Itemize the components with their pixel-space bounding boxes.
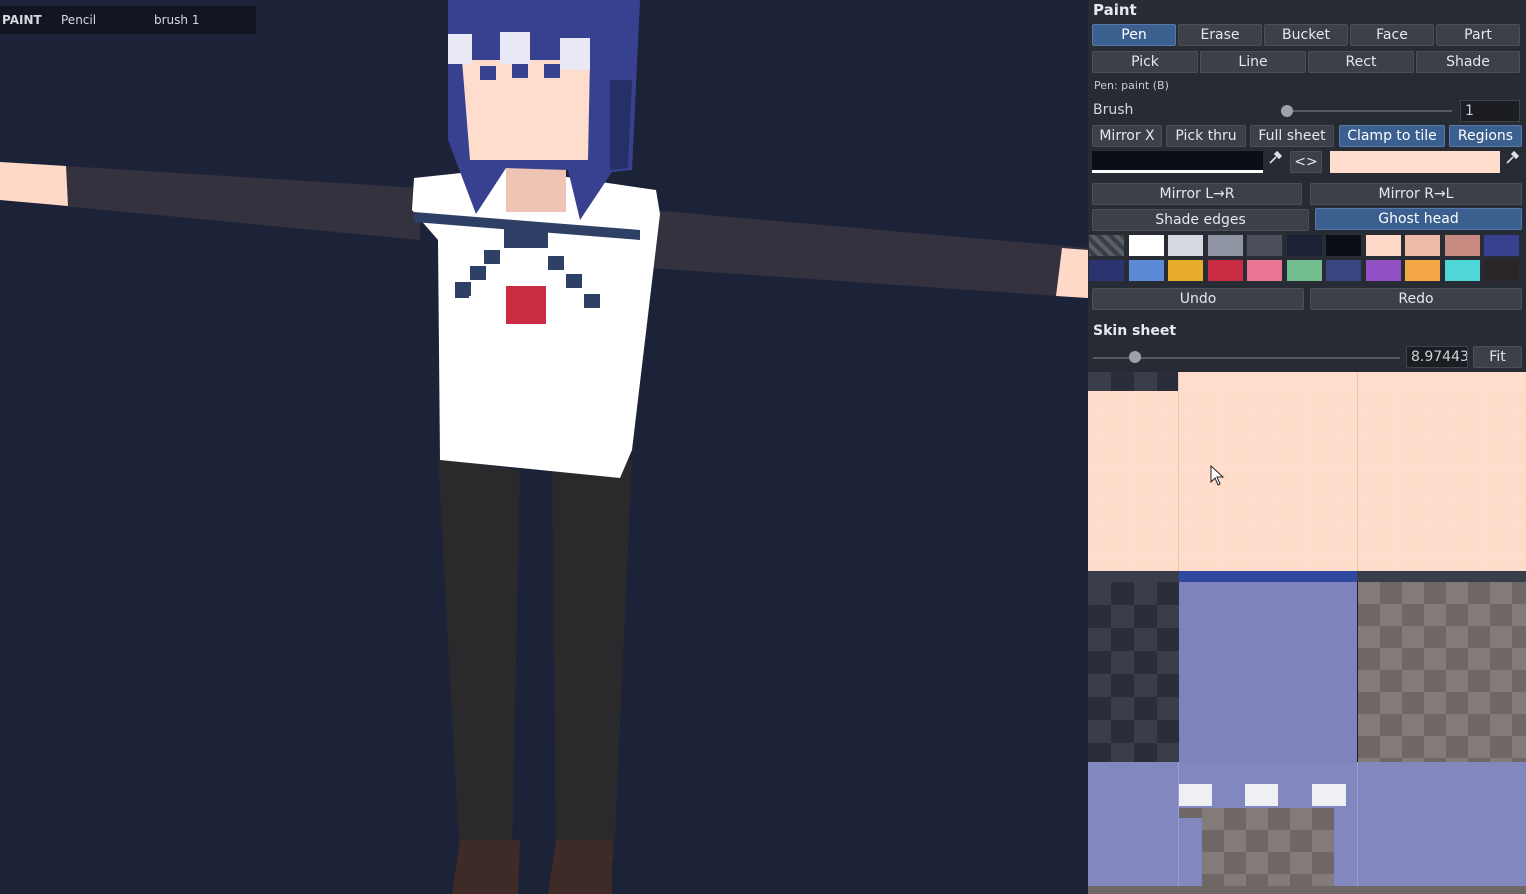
brush-size-slider-knob[interactable] <box>1281 105 1293 117</box>
tool-face-button[interactable]: Face <box>1350 24 1434 46</box>
tool-bucket-button[interactable]: Bucket <box>1264 24 1348 46</box>
skin-sheet-title: Skin sheet <box>1093 323 1177 339</box>
zoom-input[interactable]: 8.97443 <box>1406 346 1468 368</box>
brush-size-slider[interactable] <box>1286 110 1452 112</box>
palette-swatch[interactable] <box>1325 234 1362 257</box>
brush-label: brush 1 <box>154 13 200 27</box>
undo-button[interactable]: Undo <box>1092 288 1304 310</box>
zoom-slider-knob[interactable] <box>1129 351 1141 363</box>
primary-eyedropper-icon[interactable] <box>1264 150 1286 173</box>
right-arm <box>650 210 1088 298</box>
tool-shade-button[interactable]: Shade <box>1416 51 1520 73</box>
palette-swatch[interactable] <box>1364 259 1402 282</box>
chest-emblem <box>506 286 546 324</box>
mouse-cursor-icon <box>1210 465 1225 486</box>
primary-color-swatch[interactable] <box>1092 151 1263 173</box>
left-leg <box>438 458 520 864</box>
face-skin-tile <box>1088 391 1526 571</box>
secondary-color-swatch[interactable] <box>1330 151 1500 173</box>
right-leg <box>552 460 632 864</box>
palette-swatch[interactable] <box>1325 259 1362 282</box>
palette-swatch[interactable] <box>1246 259 1283 282</box>
palette-swatch[interactable] <box>1127 234 1165 257</box>
3d-viewport[interactable]: PAINT Pencil brush 1 <box>0 0 1088 894</box>
brush-size-input[interactable]: 1 <box>1460 100 1520 122</box>
mirror-left-to-right-button[interactable]: Mirror L→R <box>1092 183 1302 205</box>
hair-tile <box>1179 582 1357 762</box>
palette-swatch[interactable] <box>1404 234 1441 257</box>
tool-line-button[interactable]: Line <box>1200 51 1306 73</box>
status-bar: PAINT Pencil brush 1 <box>0 6 256 34</box>
left-hand <box>0 162 68 206</box>
palette-swatch[interactable] <box>1246 234 1283 257</box>
brush-size-label: Brush <box>1093 102 1134 118</box>
palette-swatch[interactable] <box>1483 259 1520 282</box>
redo-button[interactable]: Redo <box>1310 288 1522 310</box>
tool-hint: Pen: paint (B) <box>1094 79 1169 92</box>
tool-erase-button[interactable]: Erase <box>1178 24 1262 46</box>
skin-sheet-canvas[interactable] <box>1088 372 1526 894</box>
palette-swatch[interactable] <box>1443 259 1481 282</box>
mirror-x-toggle[interactable]: Mirror X <box>1092 125 1162 147</box>
tool-pick-button[interactable]: Pick <box>1092 51 1198 73</box>
shade-edges-button[interactable]: Shade edges <box>1092 209 1309 231</box>
tool-pen-button[interactable]: Pen <box>1092 24 1176 46</box>
tool-part-button[interactable]: Part <box>1436 24 1520 46</box>
full-sheet-toggle[interactable]: Full sheet <box>1250 125 1334 147</box>
palette-swatch[interactable] <box>1206 234 1244 257</box>
secondary-eyedropper-icon[interactable] <box>1501 150 1523 173</box>
palette-swatch[interactable] <box>1285 259 1323 282</box>
palette-swatch[interactable] <box>1483 234 1520 257</box>
tool-rect-button[interactable]: Rect <box>1308 51 1414 73</box>
fit-button[interactable]: Fit <box>1473 346 1522 368</box>
palette-swatch[interactable] <box>1088 259 1125 282</box>
character-model <box>0 0 1088 894</box>
swap-colors-button[interactable]: <> <box>1290 151 1322 173</box>
tool-label: Pencil <box>61 13 97 27</box>
ghost-head-toggle[interactable]: Ghost head <box>1315 208 1522 230</box>
mirror-right-to-left-button[interactable]: Mirror R→L <box>1310 183 1522 205</box>
mode-label: PAINT <box>2 13 42 27</box>
palette-swatch[interactable] <box>1206 259 1244 282</box>
palette-swatch[interactable] <box>1167 234 1204 257</box>
regions-toggle[interactable]: Regions <box>1449 125 1522 147</box>
palette-swatch[interactable] <box>1285 234 1323 257</box>
palette-swatch[interactable] <box>1443 234 1481 257</box>
clamp-to-tile-toggle[interactable]: Clamp to tile <box>1339 125 1445 147</box>
paint-panel: Paint Pen Erase Bucket Face Part Pick Li… <box>1088 0 1526 894</box>
palette-swatch[interactable] <box>1127 259 1165 282</box>
panel-title: Paint <box>1093 1 1137 19</box>
palette-swatch[interactable] <box>1364 234 1402 257</box>
pick-thru-toggle[interactable]: Pick thru <box>1166 125 1246 147</box>
palette-swatch[interactable] <box>1404 259 1441 282</box>
palette-swatch[interactable] <box>1167 259 1204 282</box>
transparent-swatch[interactable] <box>1088 234 1125 257</box>
